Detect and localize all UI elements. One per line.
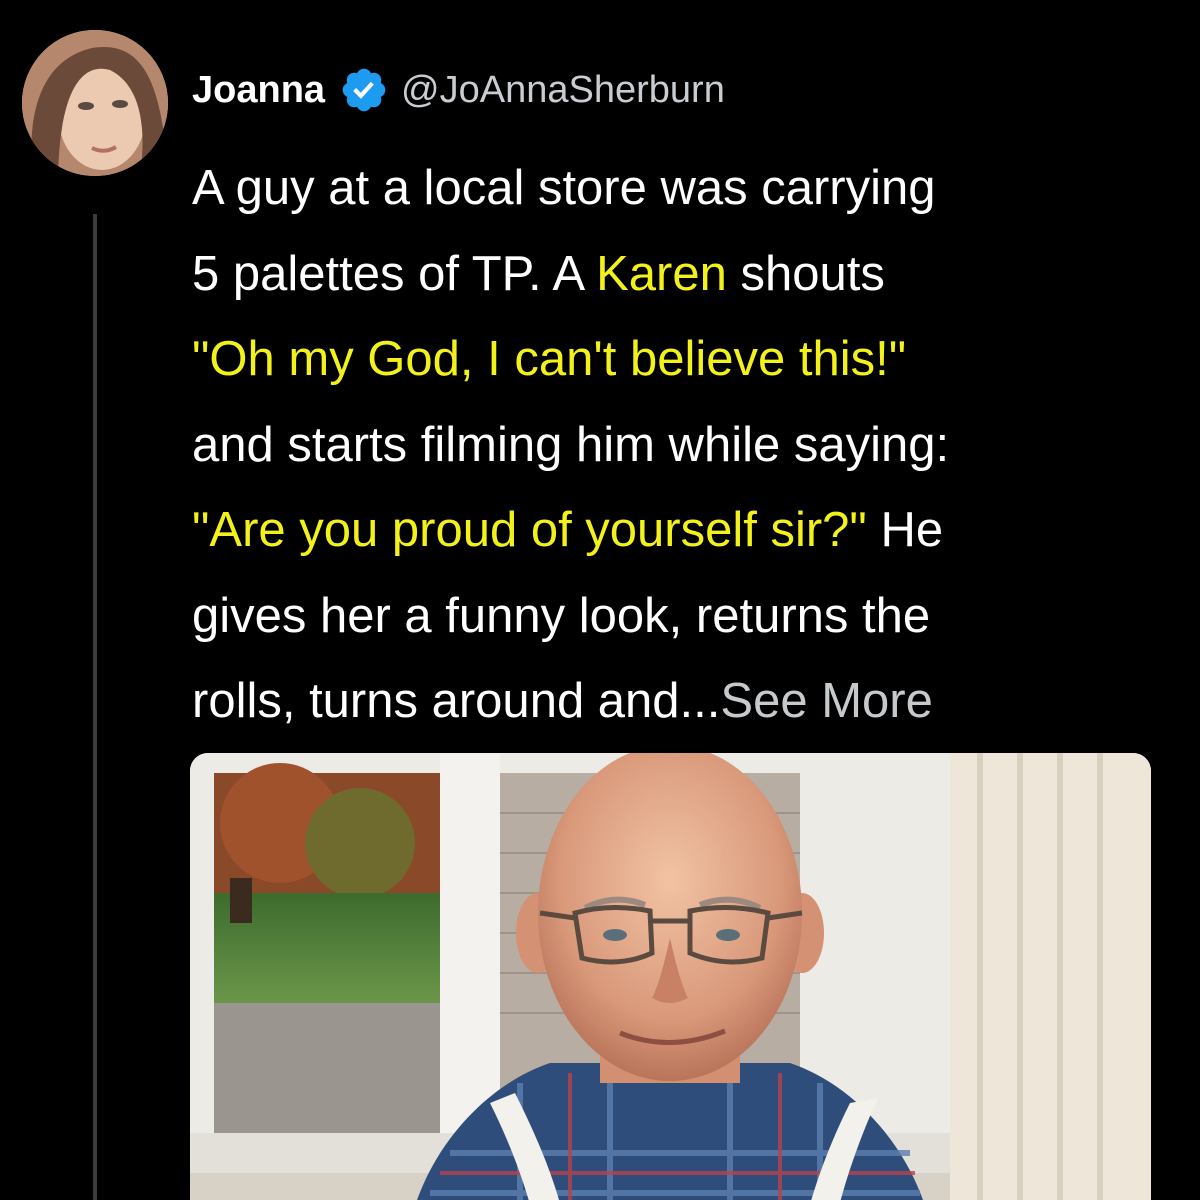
text-segment: He (866, 503, 944, 557)
text-line: gives her a funny look, returns the (192, 574, 1172, 660)
text-segment: 5 palettes of TP. A (192, 246, 597, 301)
tweet-photo[interactable] (190, 753, 1151, 1200)
text-segment: rolls, turns around and... (192, 674, 721, 728)
display-name[interactable]: Joanna (192, 69, 325, 112)
thread-line (93, 214, 97, 1200)
text-segment: shouts (726, 246, 885, 301)
text-line: "Are you proud of yourself sir?" He (192, 488, 1172, 574)
text-segment: A guy at a local store was carrying (192, 161, 936, 215)
tweet-text: A guy at a local store was carrying 5 pa… (192, 146, 1172, 745)
highlighted-text: "Oh my God, I can't believe this!" (192, 332, 907, 386)
avatar-image (22, 30, 168, 176)
verified-badge-icon (342, 68, 386, 112)
highlighted-text: Karen (596, 246, 727, 301)
text-segment: gives her a funny look, returns the (192, 588, 931, 643)
see-more-link[interactable]: See More (720, 674, 932, 728)
handle[interactable]: @JoAnnaSherburn (401, 69, 725, 112)
text-line: "Oh my God, I can't believe this!" (192, 317, 1172, 403)
text-segment: and starts filming him while saying: (192, 417, 950, 472)
highlighted-text: "Are you proud of yourself sir?" (192, 503, 867, 557)
text-line: A guy at a local store was carrying (192, 146, 1172, 232)
photo-elderly-man (190, 753, 1151, 1200)
text-line: and starts filming him while saying: (192, 403, 1172, 489)
text-line: rolls, turns around and...See More (192, 659, 1172, 745)
tweet-header: Joanna @JoAnnaSherburn (192, 62, 725, 118)
tweet: Joanna @JoAnnaSherburn A guy at a local … (0, 0, 1200, 1200)
text-line: 5 palettes of TP. A Karen shouts (192, 232, 1172, 318)
avatar[interactable] (22, 30, 168, 176)
